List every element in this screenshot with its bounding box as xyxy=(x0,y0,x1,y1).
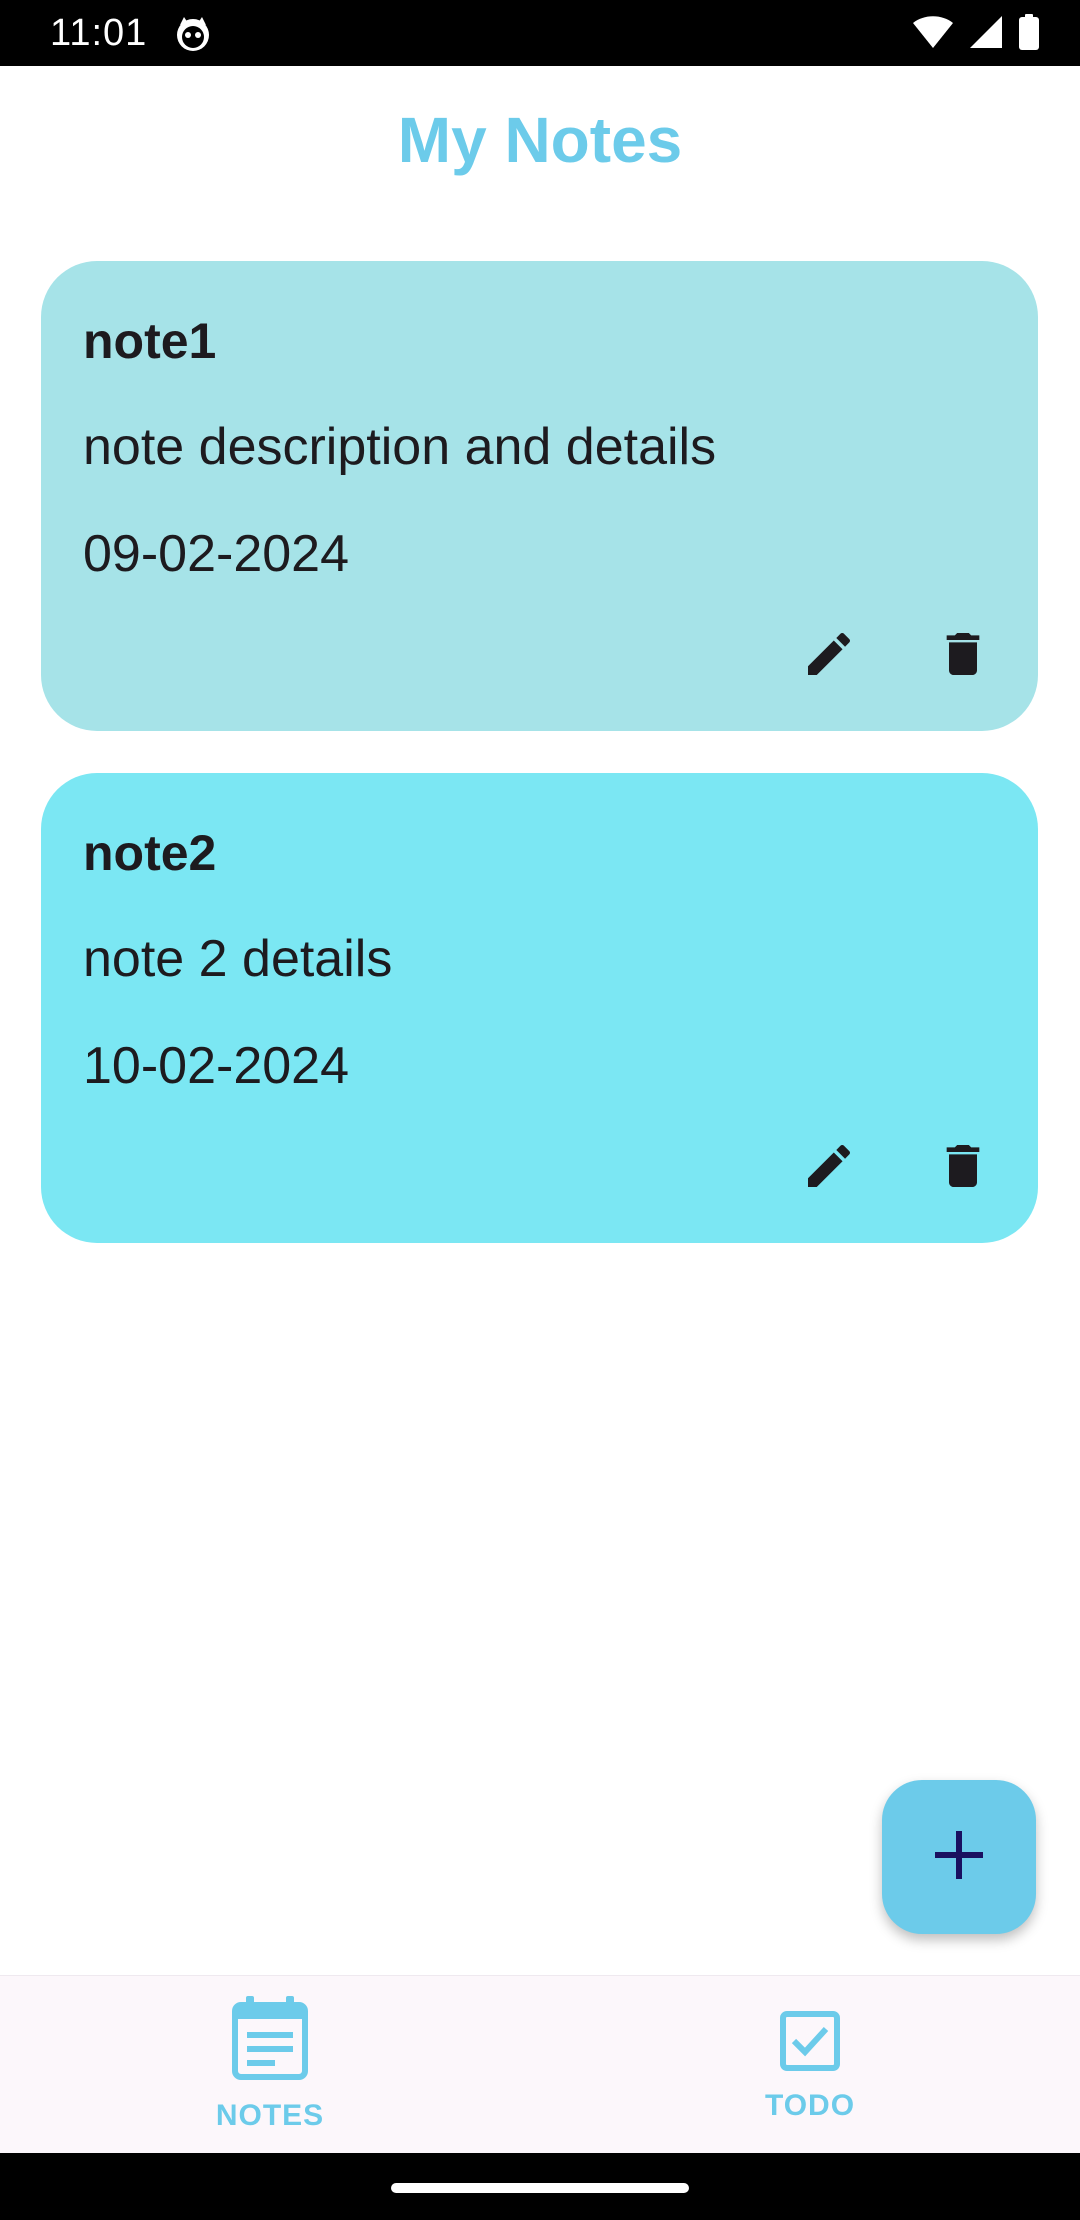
delete-button[interactable] xyxy=(923,1128,1003,1208)
trash-icon xyxy=(935,1138,991,1199)
battery-icon xyxy=(1018,13,1040,55)
home-indicator[interactable] xyxy=(391,2183,689,2193)
wifi-icon xyxy=(912,15,954,54)
delete-button[interactable] xyxy=(923,616,1003,696)
add-note-button[interactable] xyxy=(882,1780,1036,1934)
notes-calendar-icon xyxy=(232,1996,308,2085)
note-title: note1 xyxy=(83,313,217,369)
page-title: My Notes xyxy=(397,104,683,176)
note-description: note description and details xyxy=(83,418,717,476)
note-card[interactable]: note2 note 2 details 10-02-2024 xyxy=(41,773,1038,1243)
cat-face-icon xyxy=(174,15,212,53)
status-bar: 11:01 xyxy=(0,0,1080,66)
pencil-icon xyxy=(801,626,857,687)
bottom-navigation: NOTES TODO xyxy=(0,1975,1080,2154)
checkbox-icon xyxy=(780,2011,840,2076)
trash-icon xyxy=(935,626,991,687)
status-time: 11:01 xyxy=(50,12,148,54)
nav-label-todo: TODO xyxy=(764,2089,856,2122)
note-card[interactable]: note1 note description and details 09-02… xyxy=(41,261,1038,731)
plus-icon xyxy=(931,1827,987,1888)
signal-icon xyxy=(968,15,1004,54)
note-date: 09-02-2024 xyxy=(83,525,349,583)
pencil-icon xyxy=(801,1138,857,1199)
edit-button[interactable] xyxy=(789,1128,869,1208)
nav-item-todo[interactable]: TODO xyxy=(540,1976,1080,2154)
nav-label-notes: NOTES xyxy=(215,2099,325,2132)
status-indicators xyxy=(912,13,1040,55)
note-title: note2 xyxy=(83,825,217,881)
edit-button[interactable] xyxy=(789,616,869,696)
nav-item-notes[interactable]: NOTES xyxy=(0,1976,540,2154)
note-description: note 2 details xyxy=(83,930,393,988)
note-date: 10-02-2024 xyxy=(83,1037,349,1095)
system-navigation-bar xyxy=(0,2153,1080,2220)
